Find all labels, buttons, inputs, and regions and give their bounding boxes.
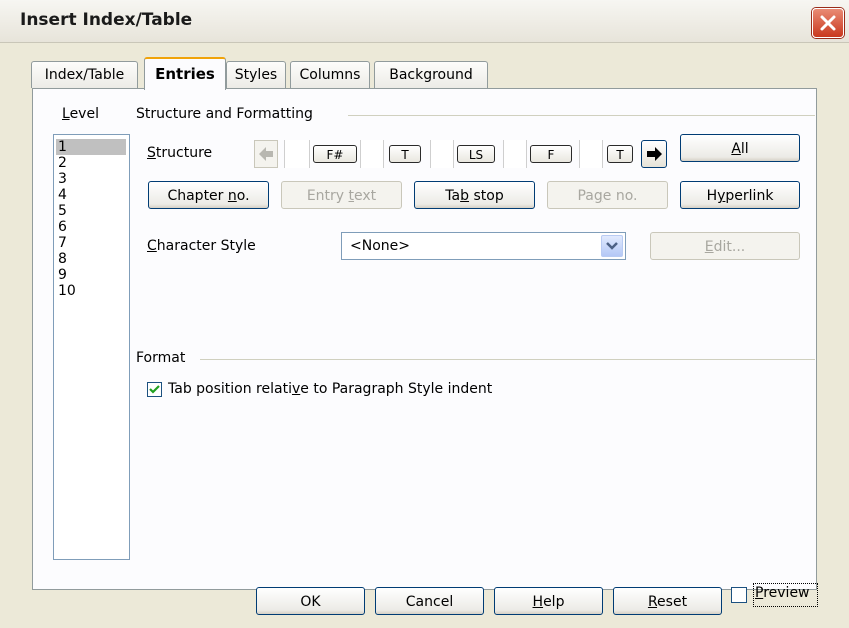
level-list[interactable]: 1 2 3 4 5 6 7 8 9 10 xyxy=(53,134,130,560)
token-gap[interactable] xyxy=(503,140,527,168)
tab-columns[interactable]: Columns xyxy=(290,61,370,88)
preview-label: Preview xyxy=(755,585,810,601)
group-divider xyxy=(348,115,815,116)
level-item[interactable]: 8 xyxy=(58,251,67,267)
level-item[interactable]: 1 xyxy=(58,139,67,155)
structure-group-label: Structure and Formatting xyxy=(136,106,313,122)
help-button[interactable]: Help xyxy=(494,587,603,615)
dialog-title: Insert Index/Table xyxy=(20,10,193,30)
token-gap[interactable] xyxy=(284,140,310,168)
tab-background[interactable]: Background xyxy=(374,61,488,88)
level-item[interactable]: 4 xyxy=(58,187,67,203)
character-style-value: <None> xyxy=(350,238,410,254)
tab-styles[interactable]: Styles xyxy=(226,61,286,88)
structure-token-link-start[interactable]: LS xyxy=(457,145,495,163)
tab-panel xyxy=(32,88,817,590)
level-label: Level xyxy=(62,106,99,122)
arrow-right-icon xyxy=(647,147,662,161)
structure-token-chapter[interactable]: F# xyxy=(313,145,357,163)
tab-position-label: Tab position relative to Paragraph Style… xyxy=(168,381,493,397)
cancel-button[interactable]: Cancel xyxy=(375,587,484,615)
preview-checkbox[interactable] xyxy=(731,587,747,603)
structure-token-tab[interactable]: T xyxy=(389,145,421,163)
level-item[interactable]: 2 xyxy=(58,155,67,171)
tab-position-checkbox[interactable] xyxy=(147,382,162,397)
level-item[interactable]: 7 xyxy=(58,235,67,251)
dropdown-button[interactable] xyxy=(601,235,623,257)
hyperlink-button[interactable]: Hyperlink xyxy=(680,181,800,209)
title-bar: Insert Index/Table xyxy=(0,0,849,43)
scroll-right-button[interactable] xyxy=(641,140,667,168)
scroll-left-button[interactable] xyxy=(254,140,278,168)
structure-token-fill[interactable]: F xyxy=(530,145,572,163)
character-style-label: Character Style xyxy=(147,238,256,254)
group-divider xyxy=(200,359,815,360)
entry-text-button[interactable]: Entry text xyxy=(281,181,402,209)
level-item[interactable]: 6 xyxy=(58,219,67,235)
close-button[interactable] xyxy=(812,8,844,38)
format-group-label: Format xyxy=(136,350,186,366)
dialog-window: Insert Index/Table Index/Table Entries S… xyxy=(0,0,849,628)
character-style-select[interactable]: <None> xyxy=(341,232,626,260)
edit-button[interactable]: Edit... xyxy=(650,232,800,260)
page-no-button[interactable]: Page no. xyxy=(547,181,668,209)
token-gap[interactable] xyxy=(430,140,454,168)
level-item[interactable]: 3 xyxy=(58,171,67,187)
chapter-no-button[interactable]: Chapter no. xyxy=(148,181,269,209)
structure-token-tab-end[interactable]: T xyxy=(607,145,633,163)
chevron-down-icon xyxy=(606,242,618,250)
arrow-left-icon xyxy=(259,147,273,161)
level-item[interactable]: 5 xyxy=(58,203,67,219)
token-gap[interactable] xyxy=(579,140,603,168)
level-item[interactable]: 10 xyxy=(58,283,76,299)
tab-stop-button[interactable]: Tab stop xyxy=(414,181,535,209)
tab-index-table[interactable]: Index/Table xyxy=(31,61,138,88)
close-icon xyxy=(820,15,836,31)
reset-button[interactable]: Reset xyxy=(613,587,722,615)
ok-button[interactable]: OK xyxy=(256,587,365,615)
structure-label: Structure xyxy=(147,145,213,161)
checkmark-icon xyxy=(149,385,160,394)
token-gap[interactable] xyxy=(360,140,384,168)
all-button[interactable]: All xyxy=(680,134,800,162)
level-item[interactable]: 9 xyxy=(58,267,67,283)
tab-entries[interactable]: Entries xyxy=(144,57,226,90)
